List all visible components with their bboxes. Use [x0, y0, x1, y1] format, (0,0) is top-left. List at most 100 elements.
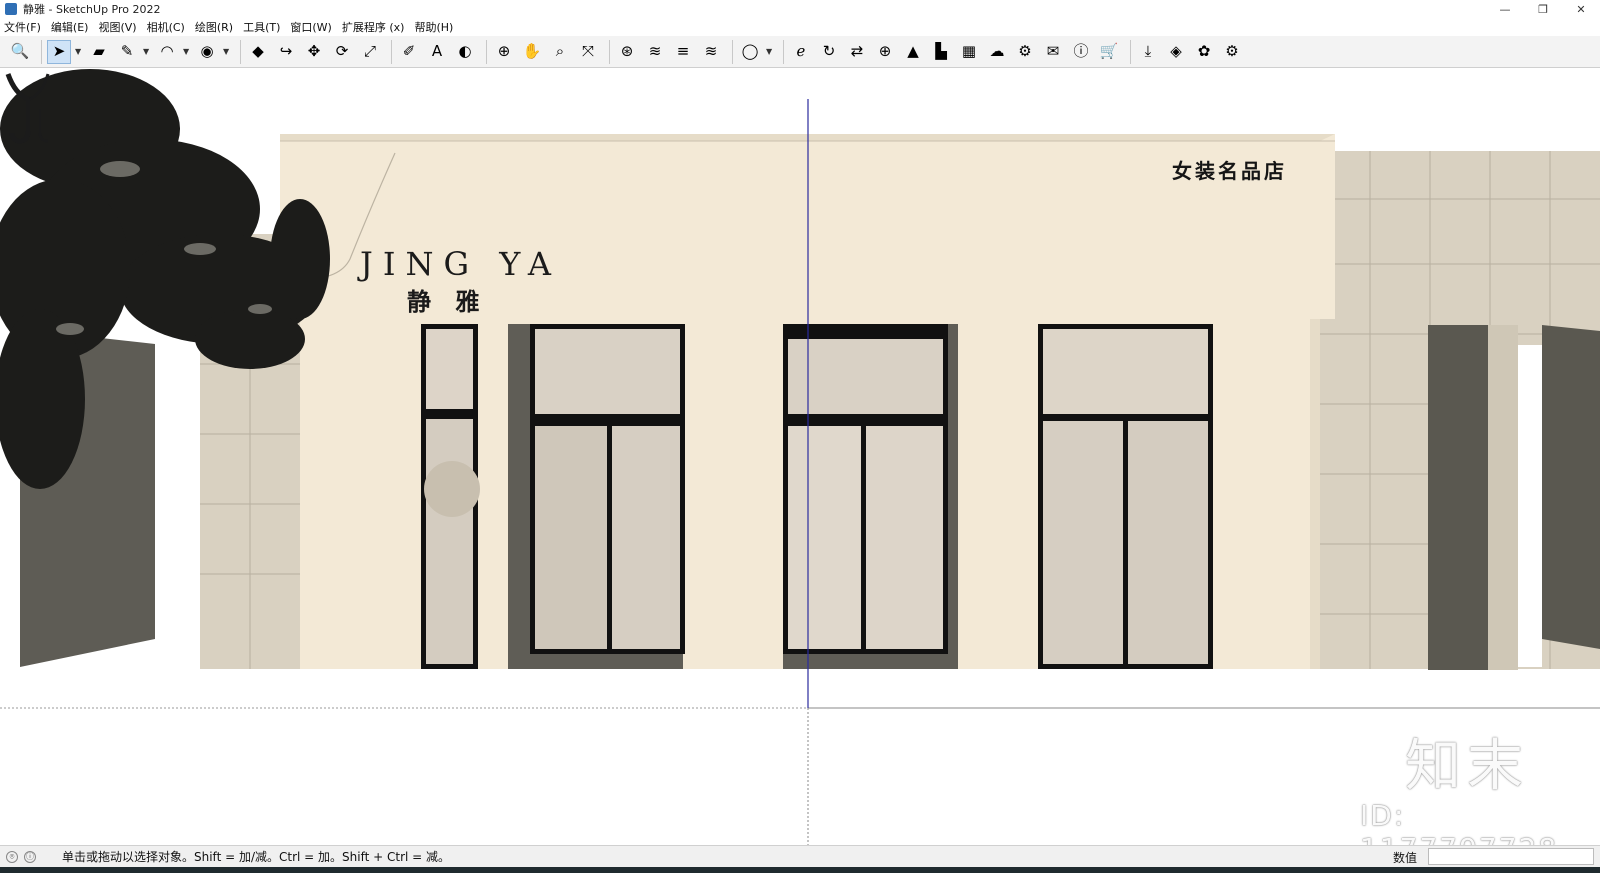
- zoom-tool-icon[interactable]: ⌕: [548, 40, 572, 64]
- storefront-model: [0, 69, 1600, 845]
- text-icon[interactable]: A: [425, 40, 449, 64]
- measurements-label: 数值: [1393, 851, 1418, 865]
- restore-button[interactable]: ❐: [1524, 0, 1562, 18]
- user-icon[interactable]: ◯: [738, 40, 762, 64]
- window-3-right-glass: [1128, 421, 1208, 664]
- sketchup-app-icon: [5, 3, 17, 15]
- warehouse-icon[interactable]: ⊛: [615, 40, 639, 64]
- menu-draw[interactable]: 绘图(R): [195, 19, 233, 35]
- refresh-icon[interactable]: ↻: [817, 40, 841, 64]
- dropdown-arrow-icon[interactable]: ▼: [223, 47, 231, 56]
- swap-icon[interactable]: ⇄: [845, 40, 869, 64]
- watermark-id: ID: 1177797728: [1360, 799, 1556, 845]
- title-bar: 静雅 - SketchUp Pro 2022 — ❐ ✕: [0, 0, 1600, 18]
- right-pillar-side: [1488, 325, 1518, 670]
- status-bar: ⌾ ⓘ 单击或拖动以选择对象。Shift = 加/减。Ctrl = 加。Shif…: [0, 845, 1600, 867]
- credits-icon[interactable]: ⓘ: [24, 850, 36, 863]
- rotate-icon[interactable]: ⟳: [330, 40, 354, 64]
- tree-icon[interactable]: ▲: [901, 40, 925, 64]
- arc-icon[interactable]: ◠: [155, 40, 179, 64]
- zoom-icon[interactable]: 🔍: [8, 40, 32, 64]
- door-1-transom: [535, 329, 680, 414]
- right-dark-wall: [1542, 325, 1600, 649]
- download-icon[interactable]: ⤓: [1136, 40, 1160, 64]
- menu-view[interactable]: 视图(V): [98, 19, 136, 35]
- sketchup-window: 静雅 - SketchUp Pro 2022 — ❐ ✕ 文件(F) 编辑(E)…: [0, 0, 1600, 873]
- dropdown-arrow-icon[interactable]: ▼: [143, 47, 151, 56]
- cloud-upload-icon[interactable]: ☁: [985, 40, 1009, 64]
- menu-edit[interactable]: 编辑(E): [51, 19, 89, 35]
- pan-icon[interactable]: ✋: [520, 40, 544, 64]
- dropdown-arrow-icon[interactable]: ▼: [183, 47, 191, 56]
- window-title: 静雅 - SketchUp Pro 2022: [23, 3, 161, 16]
- checker-icon[interactable]: ▦: [957, 40, 981, 64]
- status-message: 单击或拖动以选择对象。Shift = 加/减。Ctrl = 加。Shift + …: [62, 850, 451, 864]
- chart-icon[interactable]: ▙: [929, 40, 953, 64]
- model-viewport[interactable]: JING YA 静 雅 女装名品店 知末 ID: 1177797728: [0, 69, 1600, 845]
- brand-name-en: JING YA: [360, 245, 561, 283]
- window-controls: — ❐ ✕: [1486, 0, 1600, 18]
- extension-warehouse-icon[interactable]: ≋: [643, 40, 667, 64]
- toolbar-separator: [41, 39, 42, 64]
- select-arrow-icon[interactable]: ➤: [47, 39, 71, 64]
- info-icon[interactable]: ⓘ: [1069, 40, 1093, 64]
- toolbar-separator: [609, 39, 610, 64]
- toolbar-separator: [732, 39, 733, 64]
- push-pull-icon[interactable]: ◆: [246, 40, 270, 64]
- taskbar-strip: [0, 867, 1600, 873]
- layers-icon[interactable]: ≡: [671, 40, 695, 64]
- toolbar-separator: [391, 39, 392, 64]
- brand-logo-mark: [5, 73, 50, 144]
- door-1-left-glass: [535, 426, 607, 649]
- menu-help[interactable]: 帮助(H): [414, 19, 453, 35]
- menu-tools[interactable]: 工具(T): [243, 19, 280, 35]
- door-2-transom: [788, 339, 943, 414]
- pencil-icon[interactable]: ✎: [115, 40, 139, 64]
- box-icon[interactable]: ◈: [1164, 40, 1188, 64]
- menu-extensions[interactable]: 扩展程序 (x): [342, 19, 405, 35]
- menu-bar: 文件(F) 编辑(E) 视图(V) 相机(C) 绘图(R) 工具(T) 窗口(W…: [0, 18, 1600, 36]
- gears-icon[interactable]: ⚙: [1220, 40, 1244, 64]
- brand-name-cn: 静 雅: [407, 287, 488, 316]
- menu-file[interactable]: 文件(F): [4, 19, 41, 35]
- window-3-left-glass: [1043, 421, 1123, 664]
- zoom-extents-icon[interactable]: ⤧: [576, 40, 600, 64]
- add-icon[interactable]: ⊕: [873, 40, 897, 64]
- cart-icon[interactable]: 🛒: [1097, 40, 1121, 64]
- move-icon[interactable]: ✥: [302, 40, 326, 64]
- paint-icon[interactable]: ✿: [1192, 40, 1216, 64]
- main-toolbar: 🔍 ➤ ▼ ▰ ✎ ▼ ◠ ▼ ◉ ▼ ◆ ↪ ✥ ⟳ ⤢ ✐ A ◐ ⊕ ✋ ⌕ ⤧ ⊛ ≋ ≡ ≋ ◯ ▼ ℯ ↻ ⇄ ⊕ ▲ ▙ ▦ ☁ ⚙ ✉ ⓘ 🛒…: [0, 36, 1600, 68]
- door-2-left-glass: [788, 426, 861, 649]
- door-1-right-glass: [612, 426, 680, 649]
- toolbar-separator: [240, 39, 241, 64]
- measurements-input[interactable]: [1428, 848, 1594, 865]
- mail-icon[interactable]: ✉: [1041, 40, 1065, 64]
- window-narrow-top-glass: [426, 329, 473, 409]
- geo-location-icon[interactable]: ⌾: [6, 850, 18, 863]
- toolbar-separator: [783, 39, 784, 64]
- scale-icon[interactable]: ⤢: [358, 40, 382, 64]
- close-button[interactable]: ✕: [1562, 0, 1600, 18]
- right-opening: [1518, 345, 1542, 667]
- menu-camera[interactable]: 相机(C): [147, 19, 185, 35]
- tape-measure-icon[interactable]: ✐: [397, 40, 421, 64]
- settings-icon[interactable]: ⚙: [1013, 40, 1037, 64]
- minimize-button[interactable]: —: [1486, 0, 1524, 18]
- follow-me-icon[interactable]: ↪: [274, 40, 298, 64]
- shape-icon[interactable]: ◉: [195, 40, 219, 64]
- toolbar-separator: [486, 39, 487, 64]
- ruby-icon[interactable]: ≋: [699, 40, 723, 64]
- window-narrow-bottom-glass: [426, 419, 473, 664]
- dropdown-arrow-icon[interactable]: ▼: [766, 47, 774, 56]
- watermark-logo: 知末: [1405, 734, 1529, 799]
- orbit-icon[interactable]: ⊕: [492, 40, 516, 64]
- paint-bucket-icon[interactable]: ◐: [453, 40, 477, 64]
- shop-type-label: 女装名品店: [1172, 159, 1287, 183]
- door-2-right-glass: [866, 426, 943, 649]
- eraser-icon[interactable]: ▰: [87, 40, 111, 64]
- menu-window[interactable]: 窗口(W): [290, 19, 331, 35]
- dropdown-arrow-icon[interactable]: ▼: [75, 47, 83, 56]
- right-dark-pillar: [1428, 325, 1488, 670]
- plugin-e-icon[interactable]: ℯ: [789, 40, 813, 64]
- window-3-top-glass: [1043, 329, 1208, 414]
